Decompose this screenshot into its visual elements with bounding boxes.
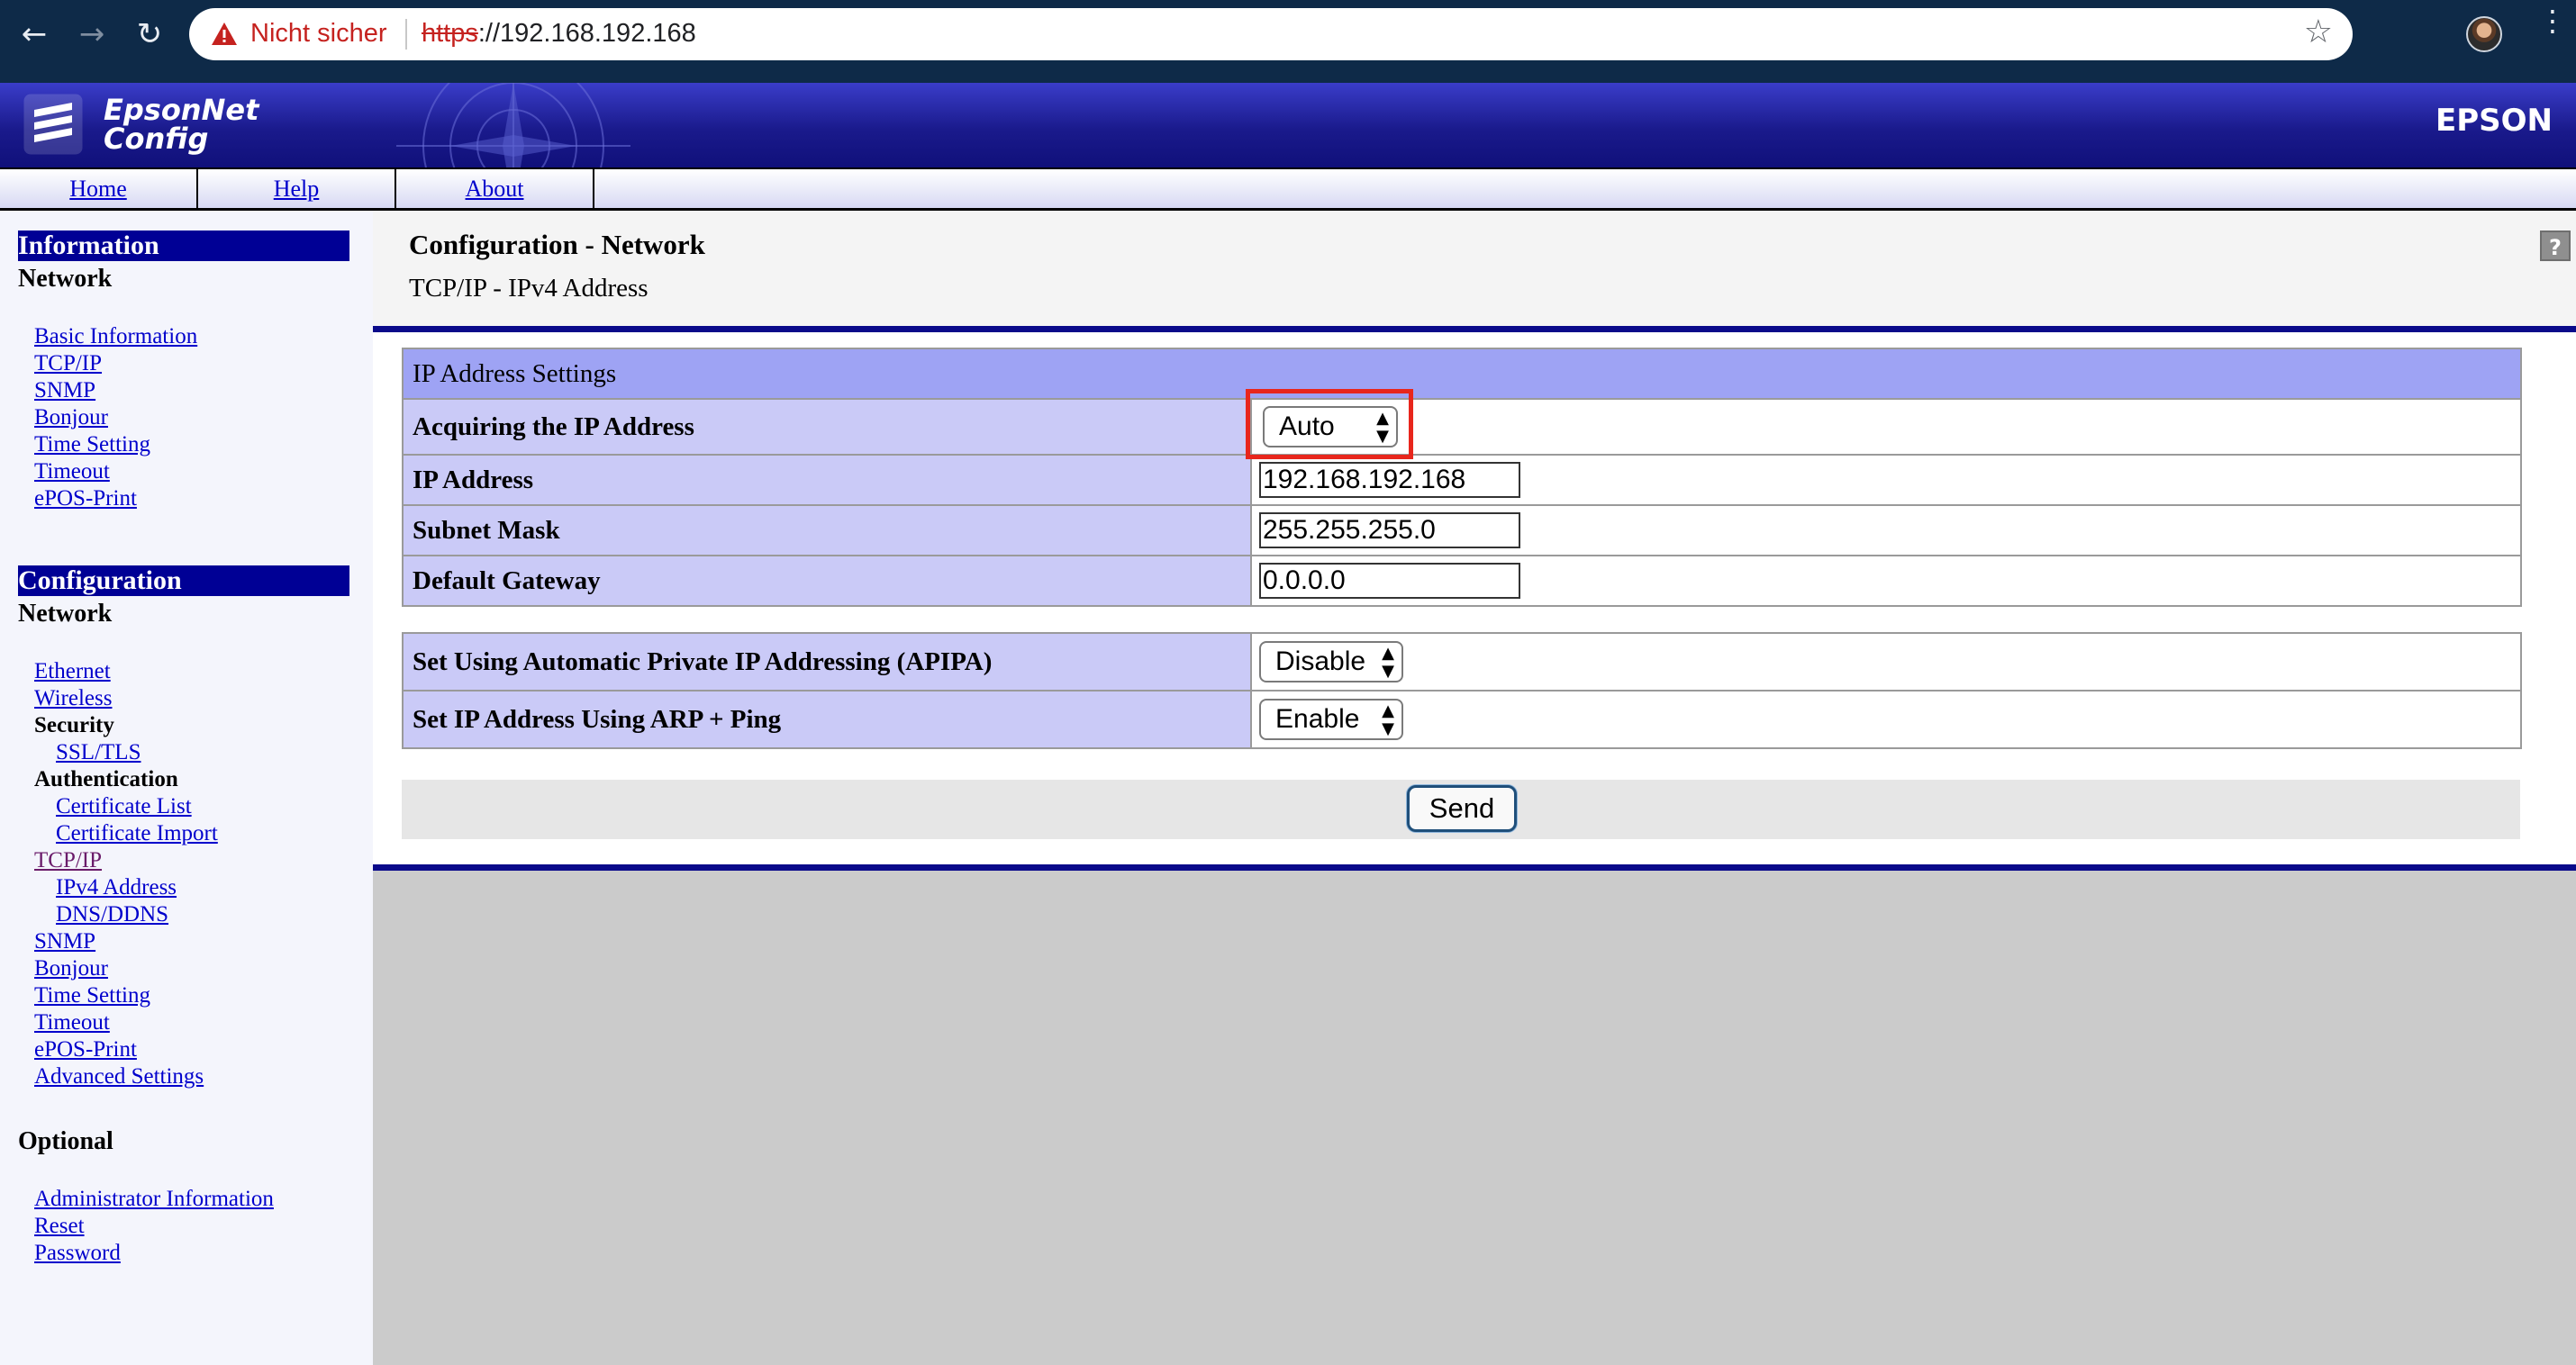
app-title-line1: EpsonNet	[104, 93, 259, 127]
ip-settings-group-title: IP Address Settings	[402, 348, 2522, 400]
left-navigation: Information Network Basic Information TC…	[0, 211, 373, 1365]
compass-watermark-icon	[396, 83, 630, 167]
config-label-authentication: Authentication	[34, 767, 178, 791]
bookmark-star-icon[interactable]: ☆	[2304, 14, 2333, 50]
optional-link-administrator-information[interactable]: Administrator Information	[34, 1187, 274, 1212]
config-link-certificate-import[interactable]: Certificate Import	[56, 821, 218, 846]
back-button[interactable]: ←	[16, 16, 52, 52]
ip-address-label: IP Address	[402, 454, 1252, 506]
arp-ping-cell: Enable ▲ ▼	[1250, 690, 2522, 749]
app-title: EpsonNet Config	[104, 95, 259, 153]
config-link-wireless[interactable]: Wireless	[34, 686, 112, 711]
apipa-selected-value: Disable	[1275, 646, 1366, 676]
url-scheme: https	[422, 19, 478, 48]
send-bar: Send	[402, 780, 2520, 839]
info-link-basic-information[interactable]: Basic Information	[34, 324, 197, 349]
menu-home-link[interactable]: Home	[0, 169, 198, 210]
arp-ping-selected-value: Enable	[1275, 704, 1360, 734]
profile-avatar[interactable]	[2466, 16, 2502, 52]
url-text[interactable]: https://192.168.192.168	[422, 19, 696, 49]
epson-brand-logo: EPSON	[2435, 103, 2553, 139]
top-menu: Home Help About	[0, 167, 2576, 211]
default-gateway-input[interactable]: 0.0.0.0	[1259, 563, 1520, 599]
info-link-tcpip[interactable]: TCP/IP	[34, 351, 102, 376]
table-row: Default Gateway 0.0.0.0	[402, 555, 2522, 607]
subnet-mask-input[interactable]: 255.255.255.0	[1259, 512, 1520, 548]
information-network-subheader: Network	[18, 265, 113, 293]
config-link-dns-ddns[interactable]: DNS/DDNS	[56, 902, 168, 927]
ip-address-input[interactable]: 192.168.192.168	[1259, 462, 1520, 498]
arp-ping-select[interactable]: Enable ▲ ▼	[1259, 699, 1403, 740]
info-link-timeout[interactable]: Timeout	[34, 459, 110, 484]
info-link-bonjour[interactable]: Bonjour	[34, 405, 108, 430]
table-row: Acquiring the IP Address Auto ▲ ▼	[402, 398, 2522, 456]
config-link-bonjour[interactable]: Bonjour	[34, 956, 108, 981]
default-gateway-label: Default Gateway	[402, 555, 1252, 607]
browser-toolbar: ← → ↻ Nicht sicher https://192.168.192.1…	[0, 0, 2576, 83]
table-row: Subnet Mask 255.255.255.0	[402, 504, 2522, 556]
app-title-line2: Config	[104, 122, 209, 156]
config-link-epos-print[interactable]: ePOS-Print	[34, 1037, 137, 1062]
page-title: Configuration - Network	[409, 229, 705, 260]
main-content: Configuration - Network TCP/IP - IPv4 Ad…	[373, 211, 2576, 1365]
configuration-network-subheader: Network	[18, 600, 113, 628]
omnibox-divider	[405, 19, 407, 50]
browser-menu-icon[interactable]: ⋮	[2538, 6, 2567, 54]
page-header: Configuration - Network TCP/IP - IPv4 Ad…	[373, 211, 2576, 326]
table-row: IP Address 192.168.192.168	[402, 454, 2522, 506]
info-link-epos-print[interactable]: ePOS-Print	[34, 486, 137, 511]
config-link-tcpip[interactable]: TCP/IP	[34, 848, 102, 873]
acquire-ip-label: Acquiring the IP Address	[402, 398, 1252, 456]
config-label-security: Security	[34, 713, 114, 737]
menu-help-link[interactable]: Help	[198, 169, 396, 210]
configuration-section-header: Configuration	[18, 565, 349, 596]
table-row: IP Address Settings	[402, 348, 2522, 400]
address-bar[interactable]: Nicht sicher https://192.168.192.168 ☆	[189, 8, 2353, 60]
config-link-advanced-settings[interactable]: Advanced Settings	[34, 1064, 204, 1089]
arp-ping-label: Set IP Address Using ARP + Ping	[402, 690, 1252, 749]
subnet-mask-label: Subnet Mask	[402, 504, 1252, 556]
page-subtitle: TCP/IP - IPv4 Address	[409, 274, 649, 303]
send-button[interactable]: Send	[1407, 785, 1517, 832]
config-link-snmp[interactable]: SNMP	[34, 929, 95, 954]
footer-divider	[373, 864, 2576, 871]
security-status-label[interactable]: Nicht sicher	[250, 19, 387, 49]
table-row: Set IP Address Using ARP + Ping Enable ▲ ▼	[402, 690, 2522, 749]
highlight-box	[1246, 389, 1413, 459]
info-link-time-setting[interactable]: Time Setting	[34, 432, 150, 457]
ip-address-settings-table: IP Address Settings Acquiring the IP Add…	[402, 348, 2522, 607]
url-host: ://192.168.192.168	[477, 19, 696, 48]
apipa-label: Set Using Automatic Private IP Addressin…	[402, 632, 1252, 692]
info-link-snmp[interactable]: SNMP	[34, 378, 95, 403]
epsonnet-banner: EpsonNet Config EPSON	[0, 83, 2576, 167]
apipa-select[interactable]: Disable ▲ ▼	[1259, 641, 1403, 682]
config-link-timeout[interactable]: Timeout	[34, 1010, 110, 1035]
acquire-ip-cell: Auto ▲ ▼	[1250, 398, 2522, 456]
reload-button[interactable]: ↻	[132, 16, 168, 52]
default-gateway-cell: 0.0.0.0	[1250, 555, 2522, 607]
select-arrows-icon: ▲ ▼	[1382, 644, 1394, 681]
config-link-certificate-list[interactable]: Certificate List	[56, 794, 192, 819]
apipa-cell: Disable ▲ ▼	[1250, 632, 2522, 692]
apipa-arp-settings-table: Set Using Automatic Private IP Addressin…	[402, 632, 2522, 749]
forward-button[interactable]: →	[74, 16, 110, 52]
warning-icon	[212, 23, 237, 45]
config-link-ssl-tls[interactable]: SSL/TLS	[56, 740, 141, 765]
optional-link-reset[interactable]: Reset	[34, 1214, 85, 1239]
config-link-ethernet[interactable]: Ethernet	[34, 659, 111, 684]
table-row: Set Using Automatic Private IP Addressin…	[402, 632, 2522, 692]
menu-about-link[interactable]: About	[396, 169, 594, 210]
config-link-time-setting[interactable]: Time Setting	[34, 983, 150, 1008]
help-icon[interactable]: ?	[2540, 231, 2571, 261]
optional-link-password[interactable]: Password	[34, 1241, 121, 1266]
settings-panel: Configuration - Network TCP/IP - IPv4 Ad…	[373, 211, 2576, 871]
information-section-header: Information	[18, 231, 349, 261]
select-arrows-icon: ▲ ▼	[1382, 701, 1394, 738]
ip-address-cell: 192.168.192.168	[1250, 454, 2522, 506]
header-divider	[373, 326, 2576, 332]
subnet-mask-cell: 255.255.255.0	[1250, 504, 2522, 556]
config-link-ipv4-address[interactable]: IPv4 Address	[56, 875, 177, 900]
epsonnet-logo-icon	[23, 94, 83, 155]
optional-section-header: Optional	[18, 1127, 113, 1155]
